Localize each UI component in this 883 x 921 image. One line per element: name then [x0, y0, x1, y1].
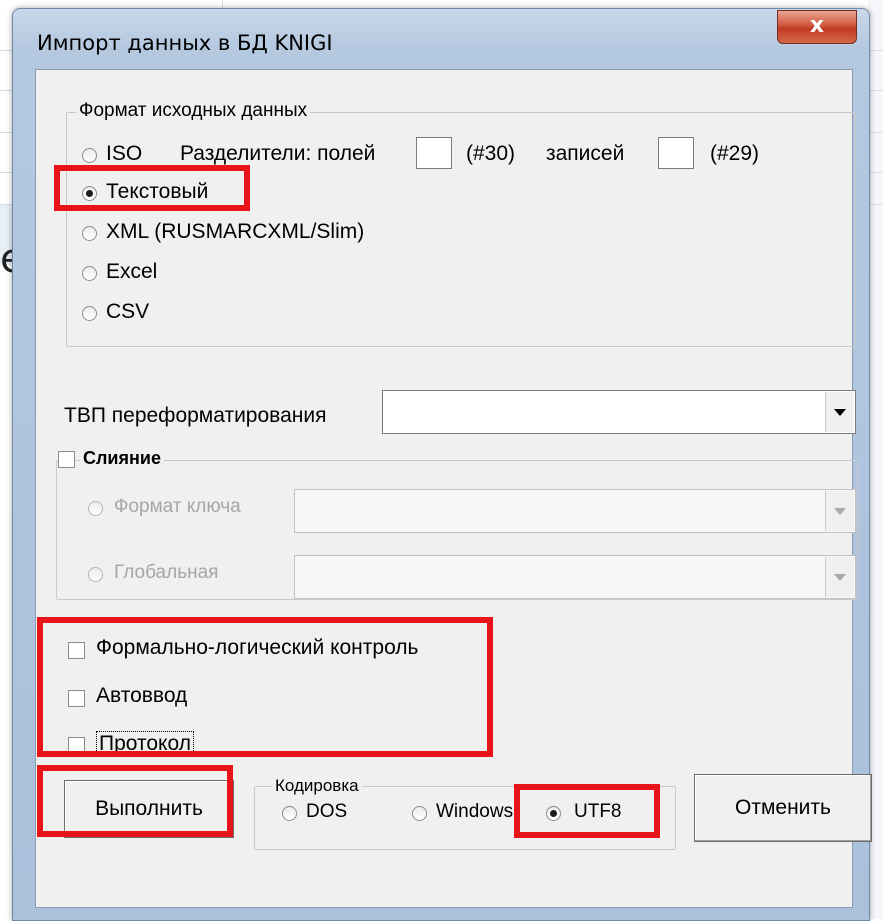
- merge-label: Слияние: [80, 448, 164, 469]
- radio-key-format[interactable]: [88, 501, 103, 516]
- global-label: Глобальная: [114, 562, 219, 583]
- dialog-title: Импорт данных в БД KNIGI: [37, 31, 333, 55]
- reformat-dropdown-button[interactable]: [825, 392, 854, 432]
- radio-global[interactable]: [88, 567, 103, 582]
- radio-windows[interactable]: [412, 806, 427, 821]
- radio-iso[interactable]: [82, 148, 97, 163]
- key-format-dropdown-button[interactable]: [825, 491, 854, 531]
- key-format-label: Формат ключа: [114, 496, 241, 517]
- reformat-label: ТВП переформатирования: [64, 404, 327, 427]
- encoding-group-label: Кодировка: [272, 776, 362, 796]
- cancel-button[interactable]: Отменить: [694, 774, 872, 842]
- global-dropdown-button[interactable]: [825, 557, 854, 597]
- separators-fields-label: Разделители: полей: [180, 142, 376, 165]
- radio-xml[interactable]: [82, 226, 97, 241]
- windows-label: Windows: [436, 801, 514, 822]
- radio-excel-label: Excel: [106, 260, 158, 283]
- close-button[interactable]: x: [777, 10, 857, 44]
- radio-csv[interactable]: [82, 306, 97, 321]
- source-format-group-label: Формат исходных данных: [76, 100, 311, 122]
- field-separator-input[interactable]: [416, 137, 452, 169]
- close-icon: x: [809, 13, 825, 38]
- radio-csv-label: CSV: [106, 300, 150, 323]
- highlight-text-option: [54, 165, 250, 211]
- highlight-execute-button: [37, 765, 233, 837]
- radio-xml-label: XML (RUSMARCXML/Slim): [106, 220, 365, 243]
- field-separator-code: (#30): [466, 142, 516, 165]
- global-combo[interactable]: [294, 555, 856, 599]
- dos-label: DOS: [306, 801, 348, 822]
- chevron-down-icon: [834, 573, 846, 581]
- reformat-combo[interactable]: [382, 390, 856, 434]
- record-separator-input[interactable]: [658, 137, 694, 169]
- key-format-combo[interactable]: [294, 489, 856, 533]
- record-separator-code: (#29): [710, 142, 760, 165]
- chevron-down-icon: [834, 507, 846, 515]
- separators-records-label: записей: [546, 142, 625, 165]
- radio-iso-label: ISO: [106, 142, 143, 165]
- merge-checkbox[interactable]: [58, 451, 75, 468]
- radio-dos[interactable]: [282, 806, 297, 821]
- highlight-utf8-option: [514, 784, 660, 838]
- chevron-down-icon: [834, 408, 846, 416]
- radio-excel[interactable]: [82, 266, 97, 281]
- highlight-options-group: [37, 617, 493, 757]
